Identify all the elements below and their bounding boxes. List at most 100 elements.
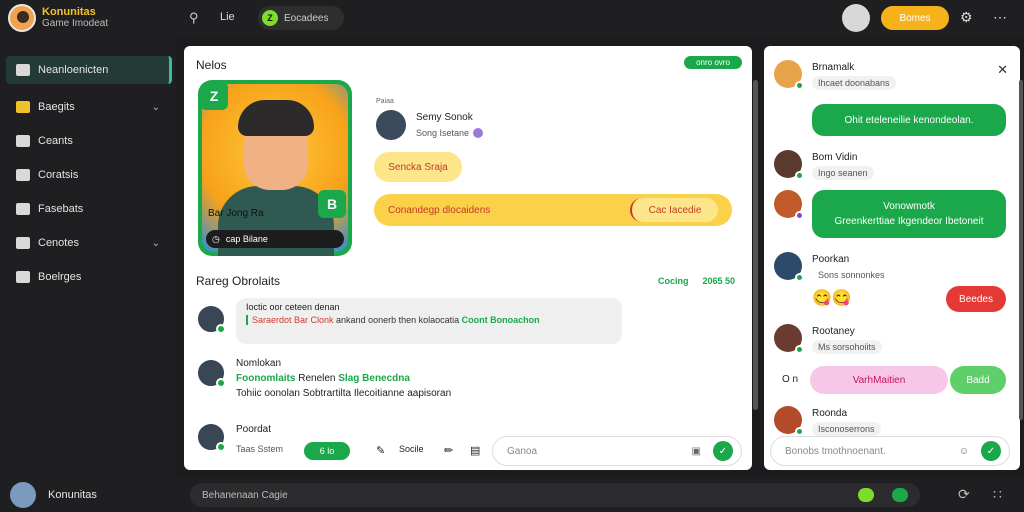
sidebar-item-bookmark[interactable]: Fasebats (6, 195, 172, 223)
avatar[interactable] (196, 422, 226, 452)
settings-icon[interactable]: ⚙ (960, 9, 973, 26)
pink-bubble[interactable]: VarhMaitien (810, 366, 948, 394)
green-bubble[interactable]: Ohit eteleneilie kenondeolan. (812, 104, 1006, 136)
composer-row: Poordat Taas Sstem 6 lo ✎ Socile ✏ ▤ Gan… (236, 422, 746, 466)
layers-icon (16, 271, 30, 283)
online-dot (216, 442, 226, 452)
profile-sub: Song Isetane (416, 128, 484, 138)
section-title: Rareg Obrolaits (196, 274, 281, 288)
red-button[interactable]: Beedes (946, 286, 1006, 312)
pill-label: Eocadees (284, 12, 329, 24)
attach-icon[interactable]: ▤ (470, 444, 480, 457)
home-icon (16, 64, 30, 76)
hero-action-bar[interactable]: ◷ cap Bilane (206, 230, 344, 248)
chevron-down-icon: ⌄ (151, 237, 160, 249)
right-scrollbar[interactable] (1019, 80, 1023, 420)
online-dot (216, 378, 226, 388)
sidebar-item-settings[interactable]: Cenotes ⌄ (6, 229, 172, 257)
section-action-0[interactable]: Cocing (658, 276, 689, 286)
sidebar-item-layers[interactable]: Boelrges (6, 263, 172, 291)
sidebar: Neanloenicten Baegits ⌄ Ceants Coratsis F… (0, 38, 176, 478)
online-dot (795, 345, 804, 354)
pill-dot-icon: Z (262, 10, 278, 26)
compose-placeholder: Ganoa (507, 445, 538, 457)
avatar[interactable] (196, 358, 226, 388)
profile-name: Semy Sonok (416, 112, 473, 123)
avatar[interactable] (774, 60, 804, 90)
send-icon[interactable]: ✓ (713, 441, 733, 461)
user-avatar[interactable] (10, 482, 36, 508)
send-dot-icon[interactable] (892, 488, 908, 502)
refresh-icon[interactable]: ⟳ (958, 486, 970, 503)
scrollbar[interactable] (753, 80, 758, 410)
sidebar-item-label: Coratsis (38, 169, 79, 181)
section-action-1[interactable]: 2065 50 (703, 276, 736, 286)
message-quote: Saraerdot Bar Clonk ankand oonerb then k… (246, 315, 612, 325)
emoji-button-icon[interactable]: ☺ (959, 446, 969, 457)
compose-input[interactable]: Ganoa ▣ ✓ (492, 436, 742, 466)
avatar[interactable] (196, 304, 226, 334)
avatar[interactable] (774, 190, 804, 220)
light-green-bubble[interactable]: Badd (950, 366, 1006, 394)
yellow-bubble[interactable]: Sencka Sraja (374, 152, 462, 182)
status-icon (473, 128, 484, 138)
avatar[interactable] (774, 150, 804, 180)
user-name: Konunitas (48, 489, 97, 501)
send-icon[interactable]: ✓ (981, 441, 1001, 461)
avatar[interactable] (774, 406, 804, 436)
bottom-bar: Konunitas Behanenaan Cagie ⟳ ∷ (0, 478, 1024, 512)
grid-icon[interactable]: ∷ (993, 486, 1002, 503)
close-icon[interactable]: ✕ (997, 62, 1008, 78)
online-dot (795, 427, 804, 436)
avatar[interactable] (774, 324, 804, 354)
green-bubble[interactable]: Vonowmotk Greenkerttiae Ikgendeor Ibeton… (812, 190, 1006, 238)
sidebar-item-label: Cenotes (38, 237, 79, 249)
hero-card[interactable]: Z B Bar Jong Ra ◷ cap Bilane (198, 80, 352, 256)
library-link[interactable]: Lie (220, 11, 235, 23)
quote-text: ankand oonerb then kolaocatia (333, 315, 460, 325)
green-pill-button[interactable]: 6 lo (304, 442, 350, 460)
sidebar-item-label: Boelrges (38, 271, 82, 283)
chat-sub: Ms sorsohoiits (812, 340, 882, 354)
sidebar-item-edit[interactable]: Ceants (6, 127, 172, 155)
bottom-input-placeholder: Behanenaan Cagie (202, 489, 288, 501)
avatar[interactable] (774, 252, 804, 282)
message-item[interactable]: Nomlokan Foonomlaits Renelen Slag Benecd… (236, 356, 451, 401)
chevron-down-icon: ⌄ (151, 101, 160, 113)
bottom-input[interactable]: Behanenaan Cagie (190, 483, 920, 507)
sidebar-item-label: Ceants (38, 135, 73, 147)
sidebar-item-folder[interactable]: Coratsis (6, 161, 172, 189)
sticker-icon[interactable]: ▣ (692, 446, 701, 457)
brand-subtitle: Game Imodeat (42, 18, 109, 29)
sidebar-item-trophy[interactable]: Baegits ⌄ (6, 93, 172, 121)
channel-pill[interactable]: Z Eocadees (258, 6, 344, 30)
hero-tag-icon: Z (200, 82, 228, 110)
edit-icon[interactable]: ✎ (376, 444, 385, 457)
brand[interactable]: Konunitas Game Imodeat (8, 4, 108, 32)
chat-input[interactable]: Bonobs tmothnoenant. ☺ ✓ (770, 436, 1010, 466)
user-avatar[interactable] (842, 4, 870, 32)
toggle-icon[interactable] (858, 488, 874, 502)
clock-icon: ◷ (212, 233, 220, 244)
right-panel: ✕ Brnamalk Ihcaet doonabans Ohit etelene… (764, 46, 1020, 470)
more-icon[interactable]: ⋯ (993, 9, 1007, 26)
message-body: Tohiic oonolan Sobtrartilta Ilecoitianne… (236, 388, 452, 399)
top-bar: Konunitas Game Imodeat ⚲ Lie Z Eocadees … (0, 0, 1024, 38)
brand-title: Konunitas (42, 6, 96, 18)
cta-button[interactable]: Bomes (881, 6, 949, 30)
pen-icon[interactable]: ✏ (444, 444, 453, 457)
quote-green: Coont Bonoachon (461, 315, 540, 325)
trophy-icon (16, 101, 30, 113)
chat-sub: Sons sonnonkes (818, 270, 885, 280)
banner-action-button[interactable]: Cac Iacedie (630, 198, 718, 222)
gear-icon (16, 237, 30, 249)
yellow-banner[interactable]: Conandegp dlocaidens Cac Iacedie (374, 194, 732, 226)
online-dot (795, 211, 804, 220)
search-icon[interactable]: ⚲ (189, 10, 199, 26)
online-dot (795, 81, 804, 90)
chat-title: Roonda (812, 408, 848, 419)
composer-link[interactable]: Socile (399, 444, 424, 454)
sidebar-item-home[interactable]: Neanloenicten (6, 56, 172, 84)
message-card[interactable]: Ioctic oor ceteen denan Saraerdot Bar Cl… (236, 298, 622, 344)
profile-avatar[interactable] (376, 110, 406, 140)
